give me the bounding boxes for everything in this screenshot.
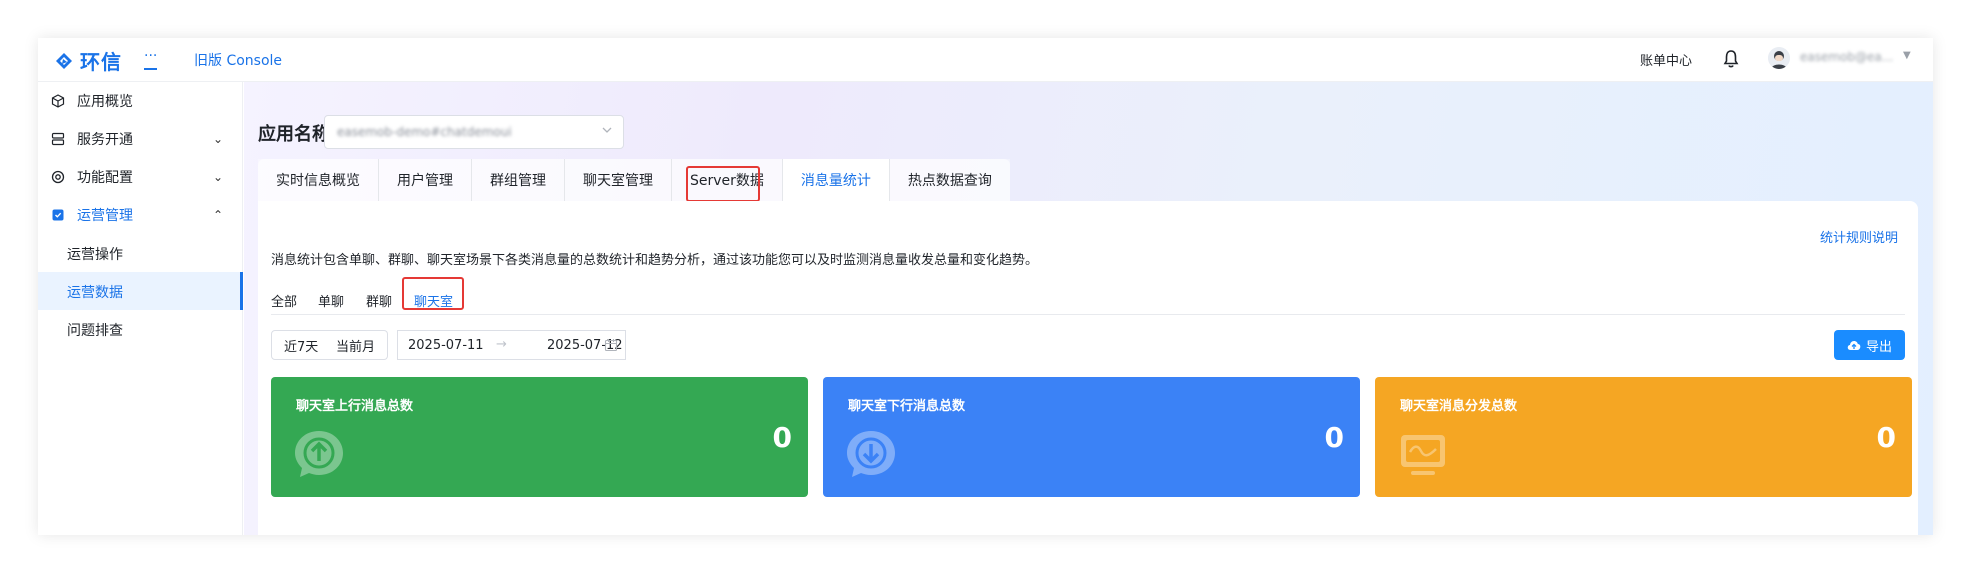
console-window: 环信 ··· 旧版 Console 账单中心 easemob@ea... ▼ 应… [38, 38, 1933, 535]
cloud-upload-icon [1847, 341, 1861, 350]
chevron-down-icon: ⌄ [213, 170, 224, 184]
sidebar-subitem-ops-actions[interactable]: 运营操作 [38, 234, 243, 272]
sidebar-subitem-label: 运营数据 [67, 285, 123, 301]
stat-value: 0 [772, 421, 792, 454]
app-select-value: easemob-demo#chatdemoui [337, 125, 512, 139]
billing-center-link[interactable]: 账单中心 [1640, 50, 1692, 69]
stat-title: 聊天室消息分发总数 [1400, 399, 1518, 414]
download-bubble-icon [847, 431, 895, 477]
sidebar-subitem-label: 问题排查 [67, 323, 123, 339]
highlight-box-message-tab [686, 166, 760, 202]
stat-title: 聊天室下行消息总数 [848, 399, 966, 414]
avatar[interactable] [1768, 47, 1790, 69]
sidebar-item-label: 运营管理 [77, 208, 133, 224]
upload-bubble-icon [295, 431, 343, 477]
sidebar-item-label: 服务开通 [77, 132, 133, 148]
statistics-card: 统计规则说明 消息统计包含单聊、群聊、聊天室场景下各类消息量的总数统计和趋势分析… [258, 201, 1918, 535]
export-button-label: 导出 [1865, 339, 1892, 355]
sidebar-item-operations[interactable]: 运营管理 ⌃ [38, 196, 243, 234]
sidebar-item-label: 应用概览 [77, 94, 133, 110]
chevron-down-icon: ⌄ [213, 132, 224, 146]
chevron-down-icon [602, 127, 612, 133]
stat-value: 0 [1324, 421, 1344, 454]
date-range-picker[interactable]: 2025-07-11 → 2025-07-12 [397, 330, 626, 360]
subtab-group-chat[interactable]: 群聊 [366, 291, 392, 310]
tab-message-statistics[interactable]: 消息量统计 [782, 159, 890, 201]
tab-group-management[interactable]: 群组管理 [472, 159, 565, 201]
user-menu-caret-icon[interactable]: ▼ [1903, 50, 1911, 61]
last-7-days-button[interactable]: 近7天 [271, 330, 332, 360]
subtab-all[interactable]: 全部 [271, 291, 297, 310]
stat-card-downstream: 聊天室下行消息总数 0 [823, 377, 1360, 497]
sidebar-item-label: 功能配置 [77, 170, 133, 186]
user-name[interactable]: easemob@ea... [1800, 50, 1893, 64]
more-menu-button[interactable]: ··· [144, 48, 158, 70]
chevron-up-icon: ⌃ [213, 208, 224, 222]
tab-realtime-overview[interactable]: 实时信息概览 [258, 159, 379, 201]
distribute-monitor-icon [1401, 435, 1445, 475]
app-name-label: 应用名称 [258, 124, 330, 145]
export-button[interactable]: 导出 [1834, 330, 1905, 360]
sidebar-subitem-ops-data[interactable]: 运营数据 [38, 272, 243, 310]
scene-subtabs: 全部 单聊 群聊 聊天室 [271, 285, 1905, 315]
highlight-box-chatroom-subtab [402, 277, 464, 310]
stat-card-upstream: 聊天室上行消息总数 0 [271, 377, 808, 497]
top-bar: 环信 ··· 旧版 Console 账单中心 easemob@ea... ▼ [38, 38, 1933, 82]
tab-chatroom-management[interactable]: 聊天室管理 [565, 159, 672, 201]
sidebar-subitem-label: 运营操作 [67, 247, 123, 263]
stat-value: 0 [1876, 421, 1896, 454]
sidebar-item-service[interactable]: 服务开通 ⌄ [38, 120, 243, 158]
ops-icon [52, 209, 64, 221]
bell-icon[interactable] [1722, 49, 1740, 69]
sidebar-subitem-troubleshoot[interactable]: 问题排查 [38, 310, 243, 348]
statistics-rules-link[interactable]: 统计规则说明 [1820, 227, 1898, 246]
tab-user-management[interactable]: 用户管理 [379, 159, 472, 201]
date-range-arrow-icon: → [496, 337, 507, 352]
tab-hot-data-query[interactable]: 热点数据查询 [889, 159, 1010, 201]
stat-title: 聊天室上行消息总数 [296, 399, 414, 414]
old-console-link[interactable]: 旧版 Console [194, 50, 282, 70]
this-month-button[interactable]: 当前月 [324, 330, 389, 360]
cube-icon [51, 94, 65, 108]
main-content: 应用名称 easemob-demo#chatdemoui 实时信息概览 用户管理… [244, 82, 1933, 535]
brand-name: 环信 [80, 50, 122, 74]
user-avatar-icon [1768, 47, 1790, 69]
start-date-input[interactable]: 2025-07-11 [408, 338, 484, 353]
stat-card-distribution: 聊天室消息分发总数 0 [1375, 377, 1912, 497]
target-icon [51, 170, 65, 184]
brand-logo-icon [56, 52, 72, 69]
sidebar-item-app-overview[interactable]: 应用概览 [38, 82, 243, 120]
sidebar: 应用概览 服务开通 ⌄ 功能配置 ⌄ 运营管理 ⌃ 运营操作 运营数据 问题排查 [38, 82, 243, 535]
sidebar-item-feature-config[interactable]: 功能配置 ⌄ [38, 158, 243, 196]
subtab-single-chat[interactable]: 单聊 [318, 291, 344, 310]
statistics-description: 消息统计包含单聊、群聊、聊天室场景下各类消息量的总数统计和趋势分析，通过该功能您… [271, 253, 1039, 268]
main-tabs: 实时信息概览 用户管理 群组管理 聊天室管理 Server数据 消息量统计 热点… [258, 159, 1010, 201]
service-icon [51, 132, 65, 146]
app-select[interactable]: easemob-demo#chatdemoui [324, 115, 624, 149]
brand-logo[interactable]: 环信 [52, 46, 122, 75]
calendar-icon [604, 339, 618, 352]
